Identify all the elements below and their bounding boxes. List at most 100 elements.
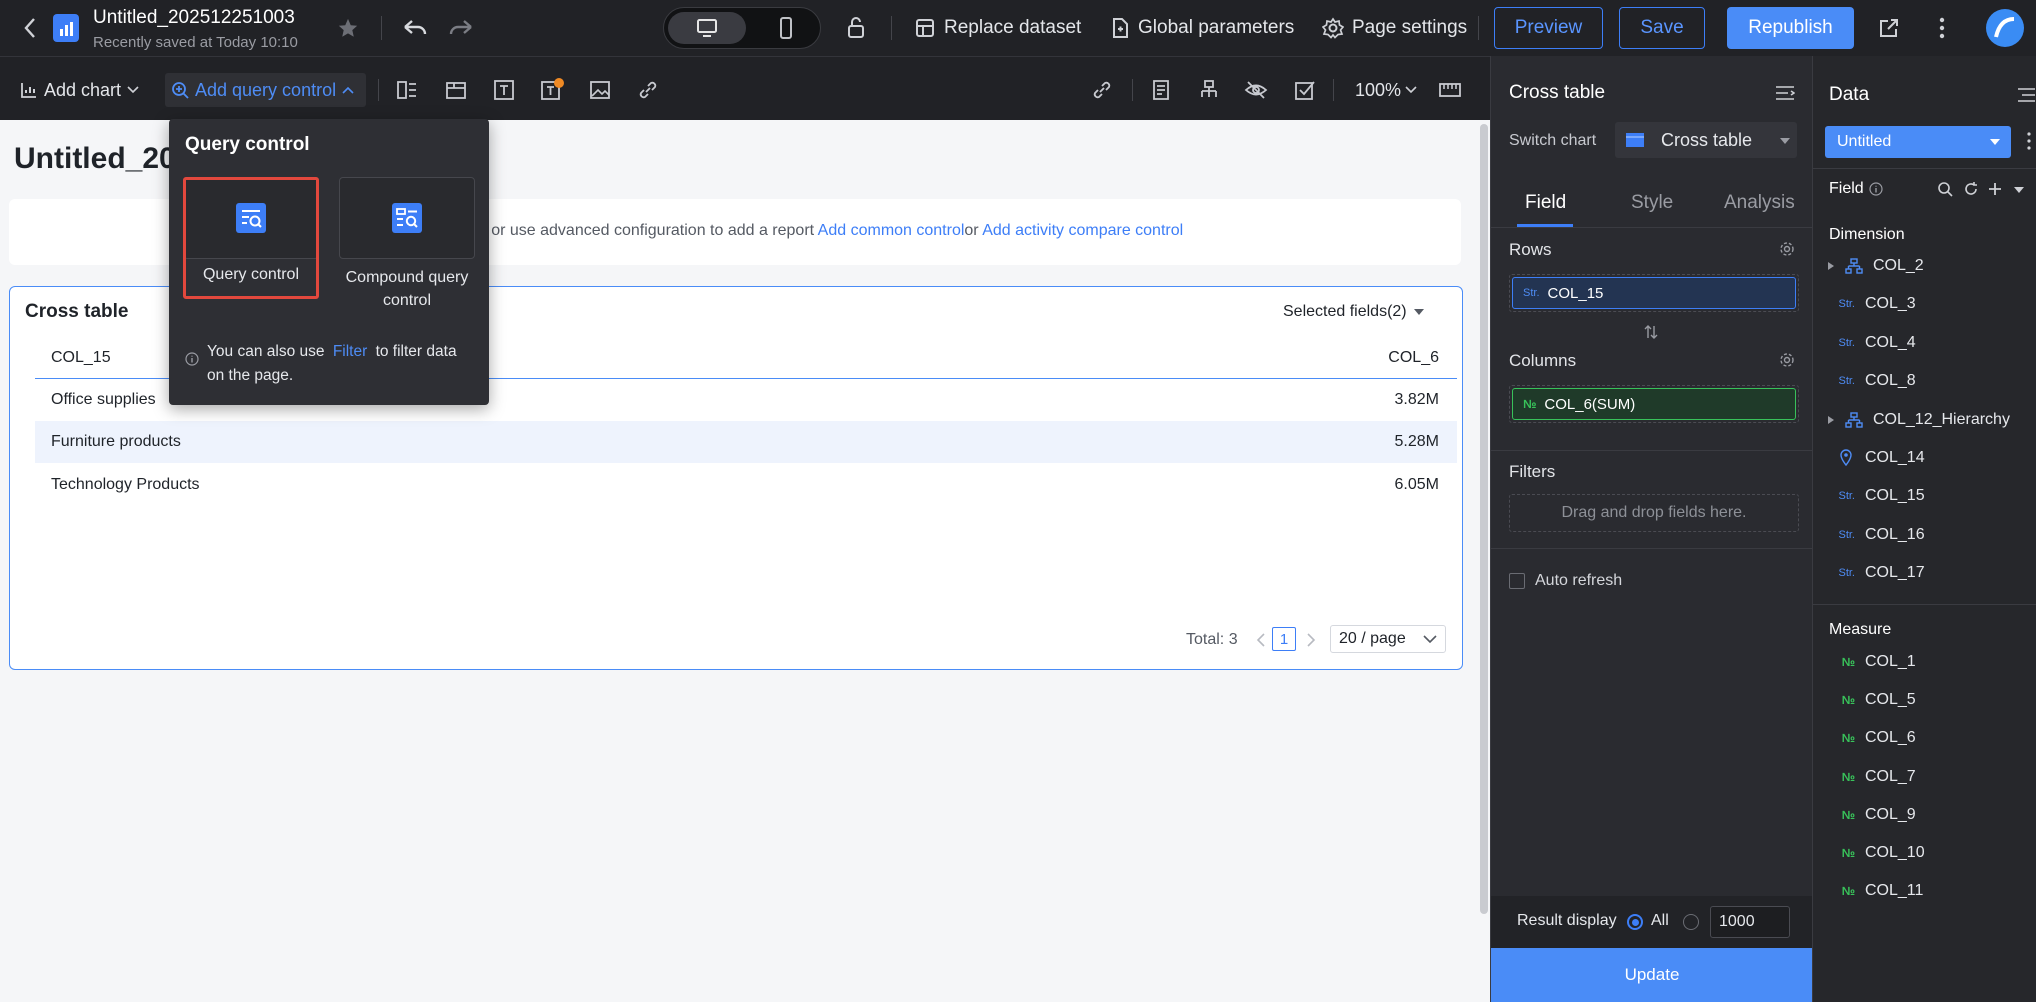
dimension-item[interactable]: Str. COL_4 (1833, 330, 1915, 356)
measure-item[interactable]: № COL_5 (1833, 687, 1916, 713)
report-icon[interactable] (1148, 77, 1174, 103)
tab-style[interactable]: Style (1631, 192, 1673, 214)
table-row[interactable]: Technology Products 6.05M (35, 464, 1457, 506)
dimension-item[interactable]: Str. COL_8 (1833, 368, 1915, 394)
filter-link[interactable]: Filter (333, 343, 367, 360)
redo-icon[interactable] (447, 14, 475, 42)
number-type-icon: № (1841, 693, 1855, 708)
canvas-scrollbar[interactable] (1480, 124, 1488, 914)
back-icon[interactable] (16, 14, 44, 42)
limit-radio[interactable] (1683, 914, 1699, 930)
all-radio[interactable] (1627, 914, 1643, 930)
refresh-icon[interactable] (1963, 181, 1979, 197)
measure-item[interactable]: № COL_10 (1833, 840, 1925, 866)
undo-icon[interactable] (401, 14, 429, 42)
mobile-icon[interactable] (756, 12, 816, 44)
measure-item[interactable]: № COL_9 (1833, 802, 1916, 828)
tab-field[interactable]: Field (1525, 192, 1566, 214)
expand-caret-icon[interactable] (1827, 415, 1835, 425)
desktop-icon[interactable] (668, 12, 746, 44)
string-type-icon: Str. (1838, 490, 1855, 503)
measure-item[interactable]: № COL_6 (1833, 725, 1916, 751)
page-number[interactable]: 1 (1272, 627, 1296, 651)
column-header[interactable]: COL_6 (1388, 349, 1439, 367)
tab-analysis[interactable]: Analysis (1724, 192, 1795, 214)
add-query-control-button[interactable]: Add query control (165, 73, 366, 107)
dimension-item[interactable]: Str. COL_16 (1833, 522, 1924, 548)
preview-button[interactable]: Preview (1494, 7, 1603, 49)
dataset-more-icon[interactable] (2027, 132, 2031, 150)
hide-icon[interactable] (1243, 77, 1269, 103)
query-hint: rt or use advanced configuration to add … (477, 222, 1184, 239)
star-icon[interactable] (334, 14, 362, 42)
dimension-item[interactable]: Str. COL_3 (1833, 291, 1915, 317)
measure-item[interactable]: № COL_7 (1833, 764, 1916, 790)
auto-refresh-checkbox[interactable] (1509, 573, 1525, 589)
report-title[interactable]: Untitled_202512251003 (93, 7, 295, 29)
measure-item[interactable]: № COL_1 (1833, 649, 1916, 675)
collapse-data-panel-icon[interactable] (2017, 87, 2035, 103)
add-field-icon[interactable] (1987, 181, 2003, 197)
search-icon[interactable] (1937, 181, 1953, 197)
all-radio-label: All (1651, 912, 1669, 929)
tab-container-icon[interactable] (443, 77, 469, 103)
page-settings-button[interactable]: Page settings (1322, 14, 1467, 42)
ruler-icon[interactable] (1437, 77, 1463, 103)
dimension-item[interactable]: Str. COL_15 (1833, 483, 1924, 509)
checkbox-icon[interactable] (1292, 77, 1318, 103)
columns-settings-icon[interactable] (1779, 352, 1795, 368)
save-button[interactable]: Save (1619, 7, 1705, 49)
open-external-icon[interactable] (1875, 14, 1903, 42)
dimension-item[interactable]: COL_2 (1828, 253, 1924, 279)
dataset-select[interactable]: Untitled (1825, 126, 2011, 158)
compound-query-control-label[interactable]: Compound query control (339, 266, 475, 312)
add-common-control-link[interactable]: Add common control (818, 222, 965, 239)
info-icon[interactable] (1869, 182, 1883, 196)
table-row[interactable]: Furniture products 5.28M (35, 421, 1457, 463)
chain-link-icon[interactable] (1089, 77, 1115, 103)
number-type-icon: № (1841, 731, 1855, 746)
rows-settings-icon[interactable] (1779, 241, 1795, 257)
update-button[interactable]: Update (1491, 948, 1813, 1002)
avatar[interactable] (1986, 9, 2024, 47)
columns-field-chip[interactable]: № COL_6(SUM) (1512, 388, 1796, 420)
rows-field-chip[interactable]: Str. COL_15 (1512, 277, 1796, 309)
expand-caret-icon[interactable] (1827, 261, 1835, 271)
filters-drop-zone[interactable]: Drag and drop fields here. (1509, 494, 1799, 532)
compound-query-tile-icon-box[interactable] (339, 177, 475, 259)
chevron-right-icon[interactable] (1306, 632, 1316, 648)
filters-label: Filters (1509, 462, 1556, 481)
gear-icon (1322, 17, 1344, 39)
dimension-item[interactable]: Str. COL_17 (1833, 560, 1924, 586)
field-name: COL_10 (1865, 844, 1925, 861)
replace-dataset-button[interactable]: Replace dataset (914, 14, 1081, 42)
measure-item[interactable]: № COL_11 (1833, 878, 1924, 904)
link-icon[interactable] (635, 77, 661, 103)
page-size-select[interactable]: 20 / page (1330, 625, 1446, 653)
add-chart-button[interactable]: Add chart (20, 77, 139, 103)
dimension-item[interactable]: COL_12_Hierarchy (1828, 407, 2010, 433)
caret-down-icon[interactable] (2013, 186, 2025, 194)
chevron-down-icon (127, 86, 139, 94)
ai-text-icon[interactable] (539, 77, 565, 103)
collapse-panel-icon[interactable] (1775, 85, 1795, 101)
text-icon[interactable] (491, 77, 517, 103)
swap-axes-icon[interactable] (1644, 324, 1658, 340)
more-icon[interactable] (1928, 14, 1956, 42)
limit-input[interactable]: 1000 (1710, 906, 1790, 938)
zoom-select[interactable]: 100% (1355, 77, 1417, 103)
selected-fields-dropdown[interactable]: Selected fields(2) (1283, 303, 1425, 321)
global-parameters-button[interactable]: Global parameters (1110, 14, 1294, 42)
dimension-label: Dimension (1829, 226, 1905, 243)
switch-chart-select[interactable]: Cross table (1615, 122, 1797, 158)
column-header[interactable]: COL_15 (51, 349, 111, 367)
chevron-left-icon[interactable] (1256, 632, 1266, 648)
republish-button[interactable]: Republish (1727, 7, 1854, 49)
page-title[interactable]: Untitled_20 (14, 142, 176, 176)
add-activity-compare-control-link[interactable]: Add activity compare control (982, 222, 1183, 239)
hierarchy-icon[interactable] (1196, 77, 1222, 103)
lock-icon[interactable] (842, 14, 870, 42)
dimension-item[interactable]: COL_14 (1833, 445, 1925, 471)
layout-icon[interactable] (394, 77, 420, 103)
image-icon[interactable] (587, 77, 613, 103)
